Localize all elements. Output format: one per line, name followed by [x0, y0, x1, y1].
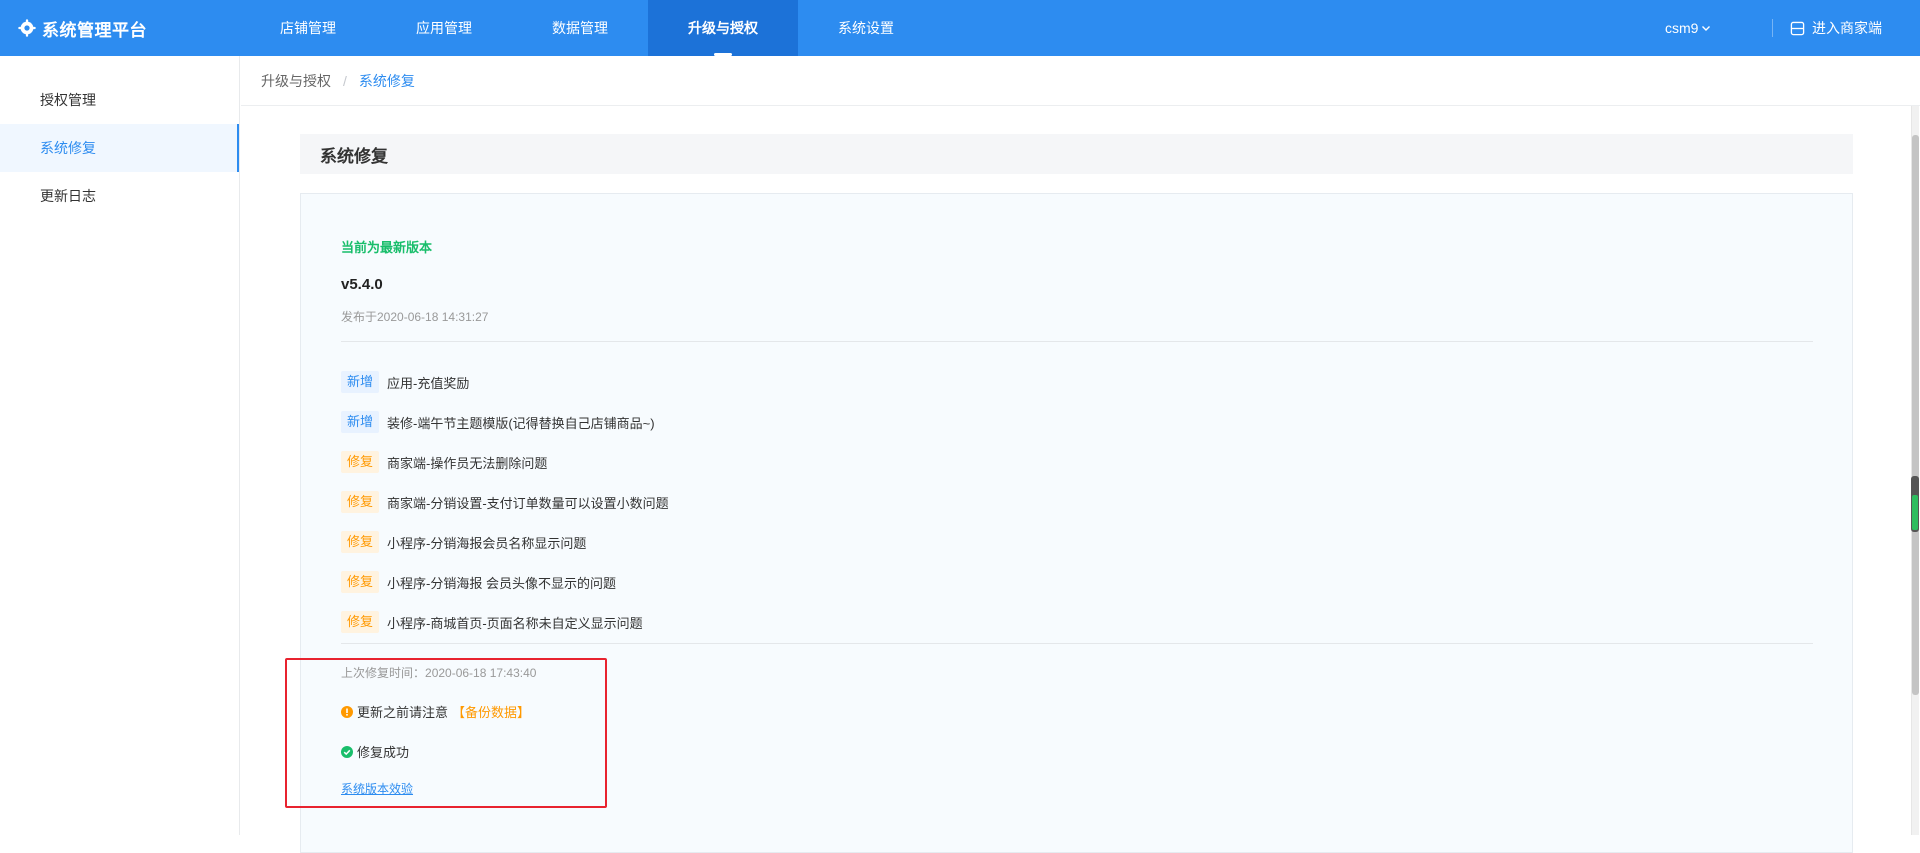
- change-tag-new: 新增: [341, 371, 380, 393]
- list-item: 新增 装修-端午节主题模版(记得替换自己店铺商品~): [341, 402, 669, 442]
- storefront-icon: [1790, 21, 1805, 35]
- change-list: 新增 应用-充值奖励 新增 装修-端午节主题模版(记得替换自己店铺商品~) 修复…: [341, 362, 669, 642]
- latest-version-status: 当前为最新版本: [341, 240, 433, 255]
- enter-merchant-button[interactable]: 进入商家端: [1790, 0, 1882, 56]
- change-text: 小程序-分销海报 会员头像不显示的问题: [387, 575, 616, 591]
- breadcrumb: 升级与授权 / 系统修复: [241, 56, 1920, 106]
- change-text: 装修-端午节主题模版(记得替换自己店铺商品~): [387, 415, 655, 431]
- change-text: 小程序-商城首页-页面名称未自定义显示问题: [387, 615, 643, 631]
- scroll-indicator-fill: [1912, 495, 1918, 530]
- list-item: 修复 小程序-分销海报会员名称显示问题: [341, 522, 669, 562]
- nav-data-management[interactable]: 数据管理: [512, 0, 648, 56]
- nav-system-settings[interactable]: 系统设置: [798, 0, 934, 56]
- sidebar-item-authorization[interactable]: 授权管理: [0, 76, 239, 124]
- nav-upgrade-authorization[interactable]: 升级与授权: [648, 0, 798, 56]
- sidebar-item-changelog[interactable]: 更新日志: [0, 172, 239, 220]
- breadcrumb-separator: /: [343, 72, 347, 89]
- change-tag-fix: 修复: [341, 491, 380, 513]
- page-title: 系统修复: [300, 134, 1853, 174]
- nav-app-management[interactable]: 应用管理: [376, 0, 512, 56]
- change-text: 小程序-分销海报会员名称显示问题: [387, 535, 587, 551]
- change-tag-new: 新增: [341, 411, 380, 433]
- username: csm9: [1665, 20, 1699, 36]
- list-item: 修复 小程序-商城首页-页面名称未自定义显示问题: [341, 602, 669, 642]
- list-item: 修复 商家端-操作员无法删除问题: [341, 442, 669, 482]
- breadcrumb-current: 系统修复: [358, 72, 415, 89]
- annotation-highlight-box: [285, 658, 607, 808]
- change-tag-fix: 修复: [341, 611, 380, 633]
- nav-store-management[interactable]: 店铺管理: [240, 0, 376, 56]
- list-item: 修复 商家端-分销设置-支付订单数量可以设置小数问题: [341, 482, 669, 522]
- change-tag-fix: 修复: [341, 531, 380, 553]
- chevron-down-icon: [1702, 26, 1711, 31]
- top-navigation-bar: 系统管理平台 店铺管理 应用管理 数据管理 升级与授权 系统设置 csm9 进入…: [0, 0, 1920, 56]
- change-text: 商家端-操作员无法删除问题: [387, 455, 548, 471]
- change-text: 应用-充值奖励: [387, 375, 470, 391]
- breadcrumb-parent[interactable]: 升级与授权: [261, 71, 331, 91]
- enter-merchant-label: 进入商家端: [1812, 20, 1882, 36]
- gear-icon: [18, 19, 36, 37]
- change-tag-fix: 修复: [341, 451, 380, 473]
- release-date: 发布于2020-06-18 14:31:27: [341, 310, 489, 324]
- sidebar-item-system-repair[interactable]: 系统修复: [0, 124, 239, 172]
- scrollbar-thumb[interactable]: [1912, 135, 1919, 695]
- change-text: 商家端-分销设置-支付订单数量可以设置小数问题: [387, 495, 669, 511]
- version-number: v5.4.0: [341, 276, 383, 293]
- divider: [341, 341, 1813, 342]
- brand-title: 系统管理平台: [42, 20, 147, 40]
- brand[interactable]: 系统管理平台: [18, 0, 147, 56]
- user-menu[interactable]: csm9: [1665, 0, 1711, 56]
- topbar-divider: [1772, 19, 1773, 37]
- sidebar: 授权管理 系统修复 更新日志: [0, 56, 240, 835]
- change-tag-fix: 修复: [341, 571, 380, 593]
- divider: [341, 643, 1813, 644]
- list-item: 新增 应用-充值奖励: [341, 362, 669, 402]
- main-nav: 店铺管理 应用管理 数据管理 升级与授权 系统设置: [240, 0, 934, 56]
- list-item: 修复 小程序-分销海报 会员头像不显示的问题: [341, 562, 669, 602]
